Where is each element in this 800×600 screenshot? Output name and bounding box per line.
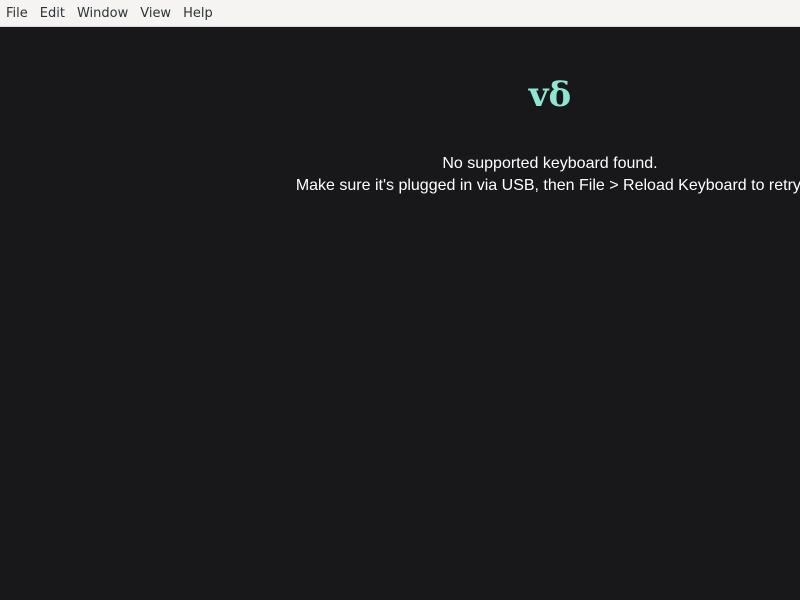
menu-edit[interactable]: Edit: [34, 0, 71, 27]
menu-bar: File Edit Window View Help: [0, 0, 800, 27]
menu-window[interactable]: Window: [71, 0, 134, 27]
app-logo: vδ: [528, 75, 572, 115]
message-instructions: Make sure it's plugged in via USB, then …: [295, 177, 800, 194]
main-content: vδ No supported keyboard found. Make sur…: [0, 27, 800, 600]
message-title: No supported keyboard found.: [442, 155, 658, 172]
menu-view[interactable]: View: [134, 0, 177, 27]
no-keyboard-message: No supported keyboard found. Make sure i…: [0, 153, 800, 197]
menu-help[interactable]: Help: [177, 0, 219, 27]
menu-file[interactable]: File: [0, 0, 34, 27]
